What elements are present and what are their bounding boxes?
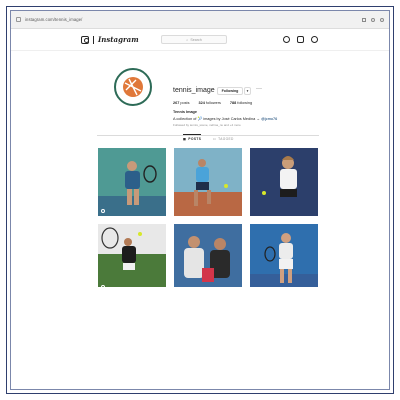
tennis-player-photo <box>98 148 166 216</box>
heart-icon[interactable] <box>297 36 304 43</box>
profile-icon[interactable] <box>311 36 318 43</box>
grid-icon: ▦ <box>183 137 187 141</box>
star-icon[interactable] <box>371 17 375 22</box>
tennis-player-photo <box>174 224 242 287</box>
multiple-photos-icon <box>101 209 105 213</box>
profile-section: tennis_image Following ▾ ··· 267 posts 3… <box>11 51 389 151</box>
search-icon: ⌕ <box>186 37 189 42</box>
address-bar[interactable]: instagram.com/tennis_image/ <box>11 11 389 29</box>
extension-icon[interactable] <box>362 17 366 22</box>
camera-icon[interactable] <box>81 35 89 44</box>
suggested-dropdown-button[interactable]: ▾ <box>244 87 251 95</box>
search-input[interactable]: ⌕ Search <box>161 35 227 44</box>
tennis-player-photo <box>174 148 242 216</box>
browser-tools <box>362 17 384 22</box>
post-thumbnail[interactable] <box>174 224 242 287</box>
menu-icon[interactable] <box>380 17 384 22</box>
tag-icon: ⊡ <box>213 137 217 141</box>
profile-username: tennis_image <box>173 87 215 94</box>
tennis-player-photo <box>250 148 318 216</box>
instagram-header: Instagram ⌕ Search <box>11 29 389 51</box>
browser-window: instagram.com/tennis_image/ Instagram ⌕ … <box>11 11 389 287</box>
url-text[interactable]: instagram.com/tennis_image/ <box>25 17 358 22</box>
bio-link[interactable]: @jcmo76 <box>261 117 277 121</box>
following-count[interactable]: 788 following <box>230 101 252 105</box>
bio-text: A collection of 🎾 images by José Carlos … <box>173 117 278 121</box>
followers-count[interactable]: 324 followers <box>198 101 220 105</box>
active-tab-indicator <box>183 134 201 135</box>
tennis-player-photo <box>98 224 166 287</box>
profile-stats: 267 posts 324 followers 788 following <box>173 101 252 105</box>
instagram-logo[interactable]: Instagram <box>98 35 139 44</box>
tennis-court-logo-icon <box>123 77 143 97</box>
multiple-photos-icon <box>101 285 105 287</box>
header-divider <box>93 35 94 44</box>
tabs-divider <box>97 135 319 136</box>
post-thumbnail[interactable] <box>174 148 242 216</box>
more-options-button[interactable]: ··· <box>256 86 262 92</box>
search-placeholder: Search <box>190 37 202 42</box>
tennis-player-photo <box>250 224 318 287</box>
post-thumbnail[interactable] <box>250 148 318 216</box>
posts-count: 267 posts <box>173 101 190 105</box>
post-thumbnail[interactable] <box>98 148 166 216</box>
lock-icon <box>16 17 21 22</box>
following-button[interactable]: Following <box>217 87 243 95</box>
bio-name: Tennis Image <box>173 110 197 114</box>
nav-icons <box>283 36 318 43</box>
post-thumbnail[interactable] <box>98 224 166 287</box>
post-thumbnail[interactable] <box>250 224 318 287</box>
tab-tagged[interactable]: ⊡ TAGGED <box>213 137 234 141</box>
compass-icon[interactable] <box>283 36 290 43</box>
avatar[interactable] <box>114 68 152 106</box>
tab-posts[interactable]: ▦ POSTS <box>183 137 201 141</box>
followed-by-text[interactable]: Followed by tennis_scene, nellma_nu and … <box>173 123 241 127</box>
